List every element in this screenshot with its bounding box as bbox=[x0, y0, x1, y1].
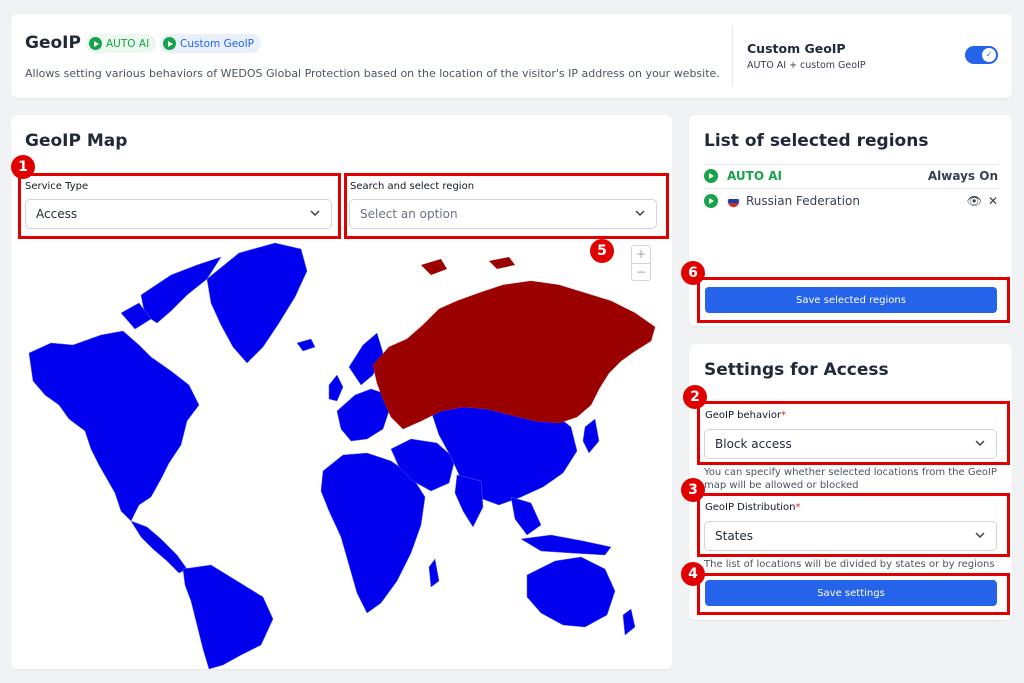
region-row-auto-ai: AUTO AI Always On bbox=[704, 164, 998, 188]
header-card: GeoIP AUTO AI Custom GeoIP Allows settin… bbox=[11, 14, 1012, 98]
region-select[interactable]: Select an option bbox=[349, 199, 657, 229]
map-region-russia-arctic-island-2 bbox=[489, 257, 515, 269]
mode-subtitle: AUTO AI + custom GeoIP bbox=[747, 60, 866, 71]
map-title: GeoIP Map bbox=[25, 131, 128, 151]
chevron-down-icon bbox=[635, 210, 645, 217]
geoip-map-card: GeoIP Map Service Type Access Search and… bbox=[11, 115, 672, 669]
annotation-badge-4: 4 bbox=[681, 562, 705, 586]
map-region-russia-arctic-island bbox=[421, 259, 447, 275]
distribution-select[interactable]: States bbox=[704, 521, 997, 551]
check-icon: ✓ bbox=[985, 50, 993, 59]
map-region-greenland bbox=[206, 242, 308, 364]
eye-icon[interactable]: 👁 bbox=[967, 194, 982, 208]
map-region-uk bbox=[328, 374, 344, 402]
behavior-label: GeoIP behavior* bbox=[705, 410, 787, 421]
page-description: Allows setting various behaviors of WEDO… bbox=[25, 67, 720, 80]
behavior-select[interactable]: Block access bbox=[704, 429, 997, 459]
world-map[interactable] bbox=[11, 235, 672, 669]
play-icon bbox=[704, 194, 718, 208]
annotation-badge-2: 2 bbox=[683, 385, 707, 409]
play-icon bbox=[163, 37, 176, 50]
regions-title: List of selected regions bbox=[704, 131, 929, 151]
mode-title: Custom GeoIP bbox=[747, 41, 846, 56]
annotation-badge-1: 1 bbox=[11, 155, 35, 179]
annotation-badge-5: 5 bbox=[590, 239, 614, 263]
chevron-down-icon bbox=[975, 532, 985, 539]
distribution-help-text: The list of locations will be divided by… bbox=[704, 559, 995, 570]
chevron-down-icon bbox=[975, 440, 985, 447]
custom-geoip-toggle[interactable]: ✓ bbox=[965, 46, 998, 64]
map-region-indonesia bbox=[520, 534, 612, 556]
play-icon bbox=[89, 37, 102, 50]
annotation-badge-3: 3 bbox=[681, 478, 705, 502]
toggle-knob: ✓ bbox=[982, 48, 996, 62]
map-region-india bbox=[454, 474, 484, 528]
map-region-australia bbox=[526, 556, 616, 628]
save-regions-button[interactable]: Save selected regions bbox=[705, 287, 997, 313]
map-region-north-america bbox=[28, 330, 200, 522]
region-label: Search and select region bbox=[350, 181, 475, 192]
custom-geoip-badge: Custom GeoIP bbox=[160, 34, 262, 53]
chevron-down-icon bbox=[310, 210, 320, 217]
map-region-south-america bbox=[182, 564, 274, 669]
divider bbox=[732, 26, 733, 86]
map-region-southeast-asia bbox=[510, 496, 542, 536]
service-type-label: Service Type bbox=[25, 181, 89, 192]
map-region-central-america bbox=[130, 520, 188, 574]
map-region-madagascar bbox=[428, 558, 440, 588]
map-region-iceland bbox=[296, 338, 316, 352]
russia-flag-icon bbox=[727, 194, 740, 208]
settings-title: Settings for Access bbox=[704, 360, 889, 380]
region-row-russia: Russian Federation 👁 ✕ bbox=[704, 189, 998, 213]
map-region-japan bbox=[582, 418, 600, 454]
save-settings-button[interactable]: Save settings bbox=[705, 580, 997, 606]
behavior-help-text: You can specify whether selected locatio… bbox=[704, 467, 997, 491]
map-region-europe bbox=[336, 388, 390, 442]
map-region-russian-federation bbox=[372, 280, 656, 430]
selected-regions-card: List of selected regions AUTO AI Always … bbox=[689, 115, 1012, 326]
play-icon bbox=[704, 169, 718, 183]
auto-ai-badge: AUTO AI bbox=[86, 34, 157, 53]
map-region-new-zealand bbox=[622, 608, 636, 636]
annotation-badge-6: 6 bbox=[681, 261, 705, 285]
close-icon[interactable]: ✕ bbox=[988, 194, 998, 208]
page-title: GeoIP bbox=[25, 33, 81, 53]
settings-card: Settings for Access GeoIP behavior* Bloc… bbox=[689, 344, 1012, 620]
service-type-select[interactable]: Access bbox=[25, 199, 332, 229]
distribution-label: GeoIP Distribution* bbox=[705, 502, 801, 513]
